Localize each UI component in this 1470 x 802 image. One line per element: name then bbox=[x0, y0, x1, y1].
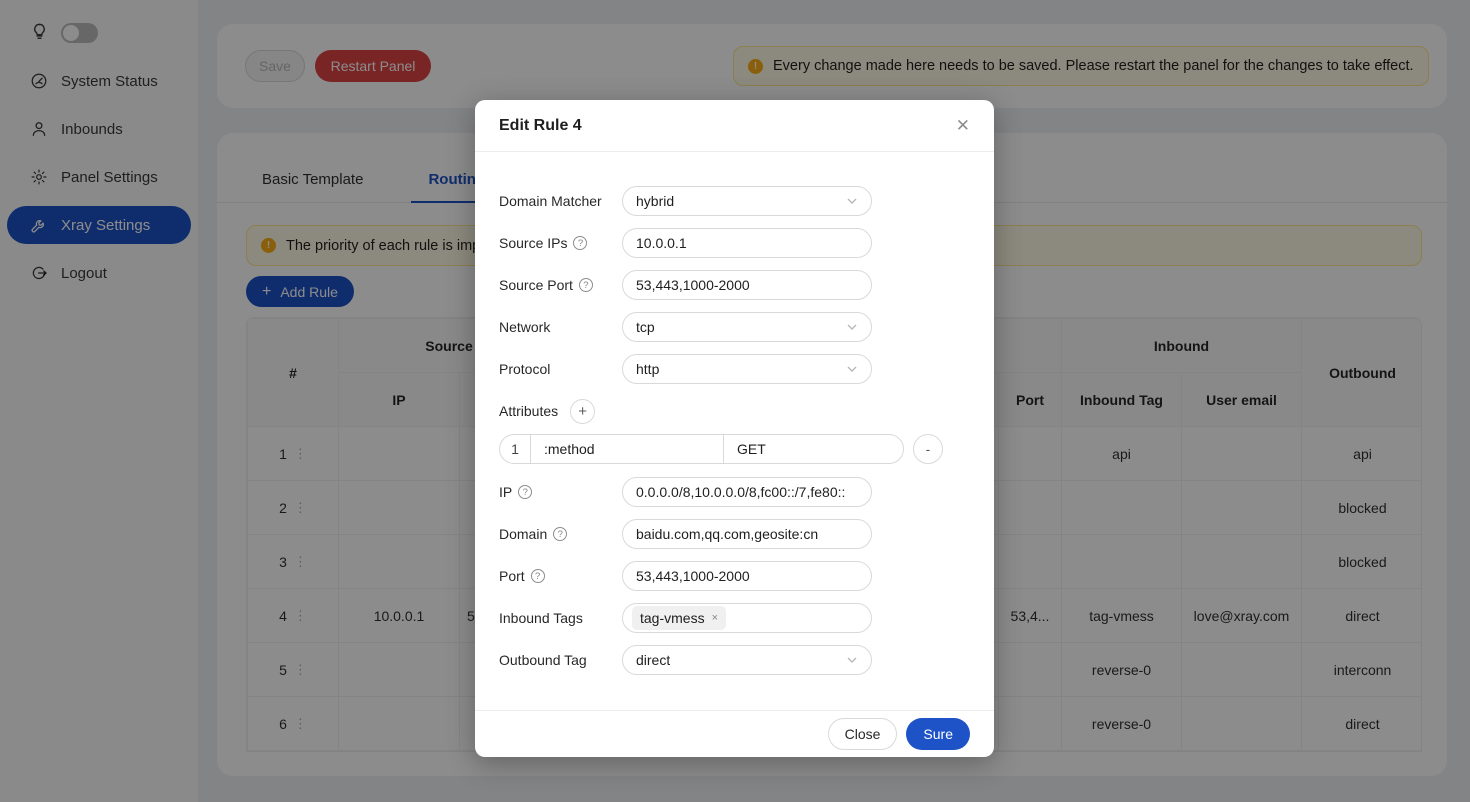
close-button[interactable]: Close bbox=[828, 718, 898, 750]
field-protocol: Protocol http bbox=[499, 354, 970, 384]
modal-body: Domain Matcher hybrid Source IPs? 10.0.0… bbox=[475, 152, 994, 710]
protocol-select[interactable]: http bbox=[622, 354, 872, 384]
chevron-down-icon bbox=[846, 363, 858, 375]
field-source-port: Source Port? 53,443,1000-2000 bbox=[499, 270, 970, 300]
port-input[interactable]: 53,443,1000-2000 bbox=[622, 561, 872, 591]
tag-chip: tag-vmess × bbox=[632, 606, 726, 630]
plus-icon: + bbox=[578, 404, 587, 419]
domain-matcher-select[interactable]: hybrid bbox=[622, 186, 872, 216]
help-icon[interactable]: ? bbox=[518, 485, 532, 499]
sure-button[interactable]: Sure bbox=[906, 718, 970, 750]
help-icon[interactable]: ? bbox=[531, 569, 545, 583]
field-attributes: Attributes + bbox=[499, 396, 970, 426]
attribute-row: 1 :method GET - bbox=[499, 434, 970, 464]
network-select[interactable]: tcp bbox=[622, 312, 872, 342]
field-domain-matcher: Domain Matcher hybrid bbox=[499, 186, 970, 216]
field-port: Port? 53,443,1000-2000 bbox=[499, 561, 970, 591]
edit-rule-modal: Edit Rule 4 ✕ Domain Matcher hybrid Sour… bbox=[475, 100, 994, 757]
field-ip: IP? 0.0.0.0/8,10.0.0.0/8,fc00::/7,fe80:: bbox=[499, 477, 970, 507]
minus-icon: - bbox=[926, 442, 931, 456]
modal-header: Edit Rule 4 ✕ bbox=[475, 100, 994, 152]
modal-title: Edit Rule 4 bbox=[499, 117, 582, 135]
attribute-key-input[interactable]: :method bbox=[531, 435, 724, 463]
chevron-down-icon bbox=[846, 321, 858, 333]
add-attribute-button[interactable]: + bbox=[570, 399, 595, 424]
attribute-index: 1 bbox=[500, 435, 531, 463]
remove-attribute-button[interactable]: - bbox=[913, 434, 943, 464]
field-inbound-tags: Inbound Tags tag-vmess × bbox=[499, 603, 970, 633]
field-network: Network tcp bbox=[499, 312, 970, 342]
help-icon[interactable]: ? bbox=[553, 527, 567, 541]
field-source-ips: Source IPs? 10.0.0.1 bbox=[499, 228, 970, 258]
inbound-tags-select[interactable]: tag-vmess × bbox=[622, 603, 872, 633]
field-outbound-tag: Outbound Tag direct bbox=[499, 645, 970, 675]
help-icon[interactable]: ? bbox=[573, 236, 587, 250]
field-domain: Domain? baidu.com,qq.com,geosite:cn bbox=[499, 519, 970, 549]
tag-close-icon[interactable]: × bbox=[712, 612, 718, 624]
modal-footer: Close Sure bbox=[475, 710, 994, 757]
source-port-input[interactable]: 53,443,1000-2000 bbox=[622, 270, 872, 300]
close-icon[interactable]: ✕ bbox=[956, 117, 970, 134]
attribute-value-input[interactable]: GET bbox=[724, 435, 903, 463]
ip-input[interactable]: 0.0.0.0/8,10.0.0.0/8,fc00::/7,fe80:: bbox=[622, 477, 872, 507]
source-ips-input[interactable]: 10.0.0.1 bbox=[622, 228, 872, 258]
help-icon[interactable]: ? bbox=[579, 278, 593, 292]
domain-input[interactable]: baidu.com,qq.com,geosite:cn bbox=[622, 519, 872, 549]
outbound-tag-select[interactable]: direct bbox=[622, 645, 872, 675]
chevron-down-icon bbox=[846, 654, 858, 666]
chevron-down-icon bbox=[846, 195, 858, 207]
